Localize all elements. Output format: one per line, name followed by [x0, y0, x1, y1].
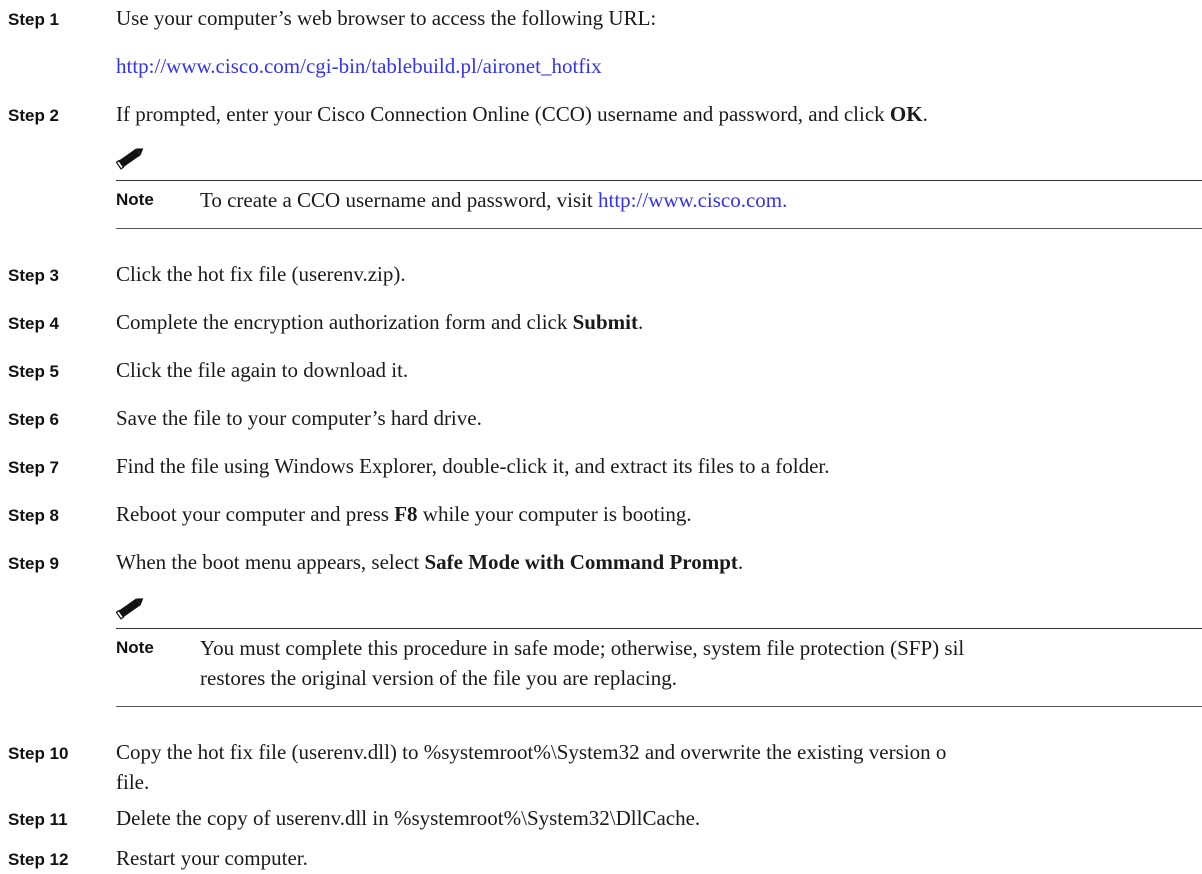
- step-7-text: Find the file using Windows Explorer, do…: [116, 454, 830, 478]
- step-2-text: If prompted, enter your Cisco Connection…: [116, 102, 928, 126]
- step-5-label: Step 5: [8, 362, 60, 381]
- step-2-label: Step 2: [8, 106, 60, 125]
- step-6-text: Save the file to your computer’s hard dr…: [116, 406, 482, 430]
- step-8-text: Reboot your computer and press F8 while …: [116, 502, 692, 526]
- step-12-text: Restart your computer.: [116, 846, 308, 870]
- step-9-label: Step 9: [8, 554, 60, 573]
- step-1-url[interactable]: http://www.cisco.com/cgi-bin/tablebuild.…: [116, 52, 1202, 81]
- step-6-label: Step 6: [8, 410, 60, 429]
- step-7-label: Step 7: [8, 458, 60, 477]
- document-page: Step 1 Use your computer’s web browser t…: [0, 0, 1202, 874]
- note-1-bottom-rule: [116, 228, 1202, 229]
- step-5-text: Click the file again to download it.: [116, 358, 409, 382]
- step-11-label: Step 11: [8, 810, 68, 829]
- step-11-text: Delete the copy of userenv.dll in %syste…: [116, 806, 701, 830]
- note-1-top-rule: [116, 180, 1202, 181]
- step-8-label: Step 8: [8, 506, 60, 525]
- aironet-hotfix-link[interactable]: http://www.cisco.com/cgi-bin/tablebuild.…: [116, 54, 602, 78]
- note-1-label: Note: [116, 190, 154, 209]
- step-9-text: When the boot menu appears, select Safe …: [116, 550, 744, 574]
- step-4-text: Complete the encryption authorization fo…: [116, 310, 644, 334]
- step-1-label: Step 1: [8, 10, 60, 29]
- note-2-top-rule: [116, 628, 1202, 629]
- pencil-note-icon: [116, 148, 144, 170]
- cisco-com-link[interactable]: http://www.cisco.com.: [598, 188, 787, 212]
- note-1-text: To create a CCO username and password, v…: [200, 188, 788, 212]
- step-1-text: Use your computer’s web browser to acces…: [116, 6, 657, 30]
- note-2-label: Note: [116, 638, 154, 657]
- note-2-text-line2: restores the original version of the fil…: [200, 666, 677, 690]
- note-2-text-line1: You must complete this procedure in safe…: [200, 636, 965, 660]
- step-3-label: Step 3: [8, 266, 60, 285]
- note-2-bottom-rule: [116, 706, 1202, 707]
- step-3-text: Click the hot fix file (userenv.zip).: [116, 262, 406, 286]
- step-12-label: Step 12: [8, 850, 69, 869]
- step-10-text-line2: file.: [116, 770, 150, 794]
- step-4-label: Step 4: [8, 314, 60, 333]
- step-10-text-line1: Copy the hot fix file (userenv.dll) to %…: [116, 740, 947, 764]
- step-10-label: Step 10: [8, 744, 69, 763]
- pencil-note-icon: [116, 598, 144, 620]
